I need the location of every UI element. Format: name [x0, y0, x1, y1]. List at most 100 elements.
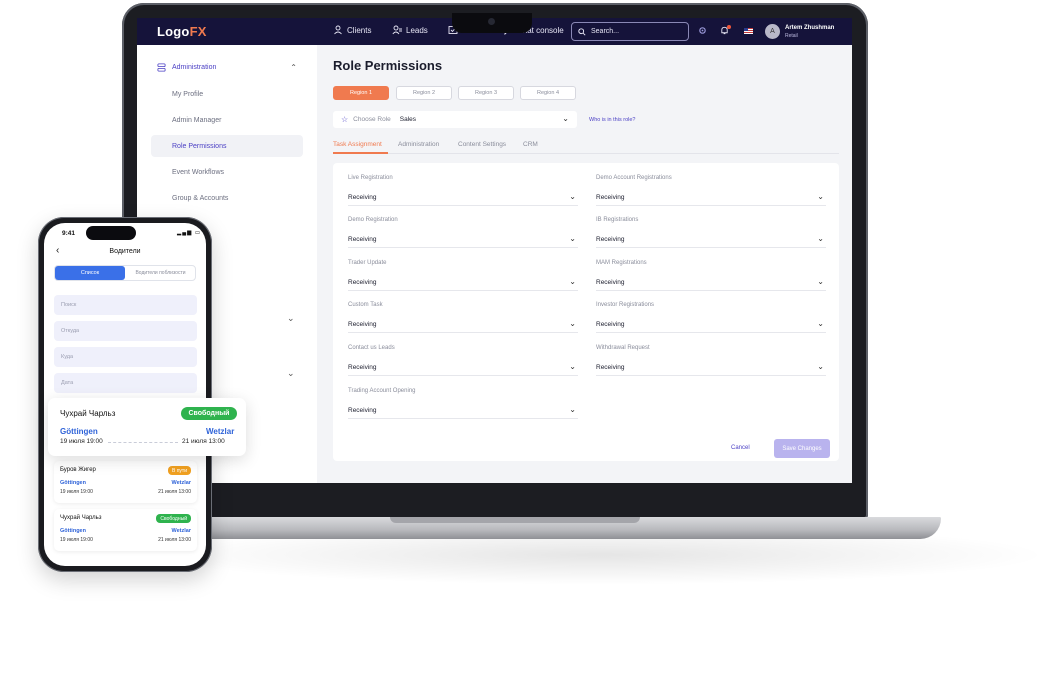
chevron-down-icon: ⌄ [569, 319, 576, 328]
chevron-down-icon[interactable]: ⌄ [287, 368, 295, 379]
trading-account-opening-select[interactable]: Receiving ⌄ [348, 403, 578, 419]
notification-dot [727, 25, 731, 29]
tab-administration[interactable]: Administration [398, 141, 439, 148]
chevron-down-icon[interactable]: ⌄ [287, 313, 295, 324]
driver-name: Чухрай Чарльз [60, 409, 116, 418]
status-badge: Свободный [156, 514, 191, 523]
chevron-down-icon: ⌄ [569, 192, 576, 201]
sidebar-item-role-permissions[interactable]: Role Permissions [151, 135, 303, 157]
logo[interactable]: LogoFX [157, 24, 207, 39]
trader-update-select[interactable]: Receiving ⌄ [348, 275, 578, 291]
custom-task-select[interactable]: Receiving ⌄ [348, 317, 578, 333]
region-tab-2[interactable]: Region 2 [396, 86, 452, 100]
sidebar-item-group-accounts[interactable]: Group & Accounts [151, 187, 303, 209]
mam-registrations-select[interactable]: Receiving ⌄ [596, 275, 826, 291]
investor-registrations-select[interactable]: Receiving ⌄ [596, 317, 826, 333]
us-flag-icon[interactable] [744, 28, 753, 34]
driver-card[interactable]: Чухрай Чарльз Свободный Göttingen Wetzla… [54, 509, 197, 551]
user-role: Retail [785, 33, 798, 39]
arrive-time: 21 июля 13:00 [158, 489, 191, 495]
choose-role-label: Choose Role [353, 116, 391, 123]
phone-title: Водители [109, 248, 141, 255]
arrive-time: 21 июля 13:00 [182, 438, 225, 445]
dynamic-island [86, 226, 136, 240]
route-from: Göttingen [60, 427, 98, 436]
nav-clients[interactable]: Clients [333, 25, 371, 35]
cancel-button[interactable]: Cancel [731, 445, 750, 451]
phone-screen: 9:41 ▂▄▆ ▭ ‹ Водители Список Водители по… [44, 223, 206, 566]
save-changes-button[interactable]: Save Changes [774, 439, 830, 458]
chevron-down-icon: ⌄ [817, 192, 824, 201]
from-field[interactable]: Откуда [54, 321, 197, 341]
tab-crm[interactable]: CRM [523, 141, 538, 148]
arrive-time: 21 июля 13:00 [158, 537, 191, 543]
signal-battery-icon: ▂▄▆ ▭ [177, 230, 202, 236]
region-tab-1[interactable]: Region 1 [333, 86, 389, 100]
region-tab-3[interactable]: Region 3 [458, 86, 514, 100]
segment-list[interactable]: Список [55, 266, 125, 280]
field-label: Contact us Leads [348, 345, 395, 351]
to-field[interactable]: Куда [54, 347, 197, 367]
field-label: Withdrawal Request [596, 345, 650, 351]
choose-role-value: Sales [399, 116, 417, 123]
status-badge: Свободный [181, 407, 237, 420]
sidebar-section-label: Administration [172, 64, 217, 71]
leads-icon [392, 25, 402, 35]
chevron-down-icon: ⌄ [817, 234, 824, 243]
chevron-down-icon: ⌄ [817, 277, 824, 286]
sidebar-item-event-workflows[interactable]: Event Workflows [151, 161, 303, 183]
sidebar-item-admin-manager[interactable]: Admin Manager [151, 109, 303, 131]
user-name[interactable]: Artem Zhushman [785, 25, 834, 31]
who-is-in-role-link[interactable]: Who is in this role? [589, 117, 635, 123]
chevron-down-icon: ⌄ [569, 277, 576, 286]
mockup-stage: LogoFX Clients Leads Tasks Chat console … [0, 0, 1051, 679]
field-label: Trader Update [348, 260, 387, 266]
field-label: Demo Account Registrations [596, 175, 672, 181]
driver-name: Буров Жигер [60, 467, 96, 473]
page-title: Role Permissions [333, 58, 443, 73]
field-label: Investor Registrations [596, 302, 655, 308]
chevron-down-icon: ⌄ [569, 362, 576, 371]
date-field[interactable]: Дата [54, 373, 197, 393]
demo-account-registrations-select[interactable]: Receiving ⌄ [596, 190, 826, 206]
phone-time: 9:41 [62, 230, 76, 237]
contact-us-leads-select[interactable]: Receiving ⌄ [348, 360, 578, 376]
field-label: Custom Task [348, 302, 383, 308]
field-label: IB Registrations [596, 217, 639, 223]
highlighted-driver-card[interactable]: Чухрай Чарльз Свободный Göttingen Wetzla… [48, 398, 246, 456]
search-field[interactable]: Поиск [54, 295, 197, 315]
route-from: Göttingen [60, 480, 86, 486]
clients-icon [334, 25, 342, 35]
search-input[interactable]: Search... [571, 22, 689, 41]
route-to: Wetzlar [171, 528, 191, 534]
nav-leads-label: Leads [406, 25, 428, 35]
avatar[interactable]: A [765, 24, 780, 39]
administration-icon [157, 63, 166, 72]
sidebar-section-administration[interactable]: Administration ⌃ [157, 63, 297, 72]
field-label: Live Registration [348, 175, 393, 181]
tab-task-assignment[interactable]: Task Assignment [333, 141, 382, 148]
settings-icon[interactable] [698, 26, 707, 35]
withdrawal-request-select[interactable]: Receiving ⌄ [596, 360, 826, 376]
chevron-down-icon: ⌄ [817, 362, 824, 371]
live-registration-select[interactable]: Receiving ⌄ [348, 190, 578, 206]
search-placeholder: Search... [591, 28, 620, 35]
chevron-down-icon: ⌄ [817, 319, 824, 328]
nav-leads[interactable]: Leads [392, 25, 428, 35]
demo-registration-select[interactable]: Receiving ⌄ [348, 232, 578, 248]
driver-card[interactable]: Буров Жигер В пути Göttingen Wetzlar 19 … [54, 461, 197, 503]
segment-nearby[interactable]: Водители поблизости [126, 266, 195, 280]
route-from: Göttingen [60, 528, 86, 534]
sidebar-item-my-profile[interactable]: My Profile [151, 83, 303, 105]
depart-time: 19 июля 19:00 [60, 489, 93, 495]
ib-registrations-select[interactable]: Receiving ⌄ [596, 232, 826, 248]
laptop-notch [452, 13, 532, 33]
status-badge: В пути [167, 466, 191, 475]
depart-time: 19 июля 19:00 [60, 537, 93, 543]
driver-name: Чухрай Чарльз [60, 515, 102, 521]
laptop-base [90, 517, 941, 539]
route-line [108, 442, 178, 443]
tab-content-settings[interactable]: Content Settings [458, 141, 506, 148]
choose-role-select[interactable]: ☆ Choose Role Sales ⌄ [333, 111, 577, 128]
region-tab-4[interactable]: Region 4 [520, 86, 576, 100]
